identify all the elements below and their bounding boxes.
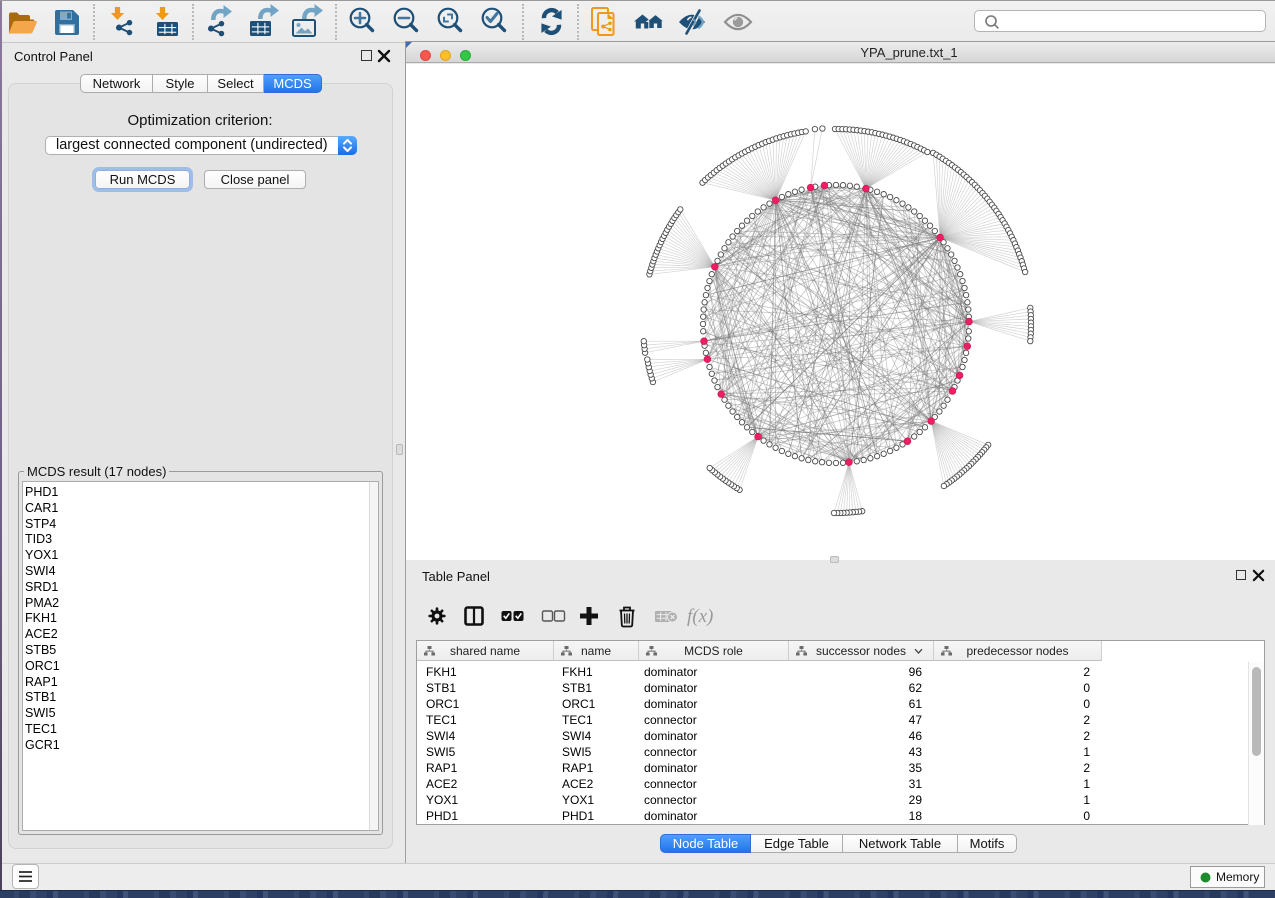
- svg-text:f(x): f(x): [687, 606, 713, 627]
